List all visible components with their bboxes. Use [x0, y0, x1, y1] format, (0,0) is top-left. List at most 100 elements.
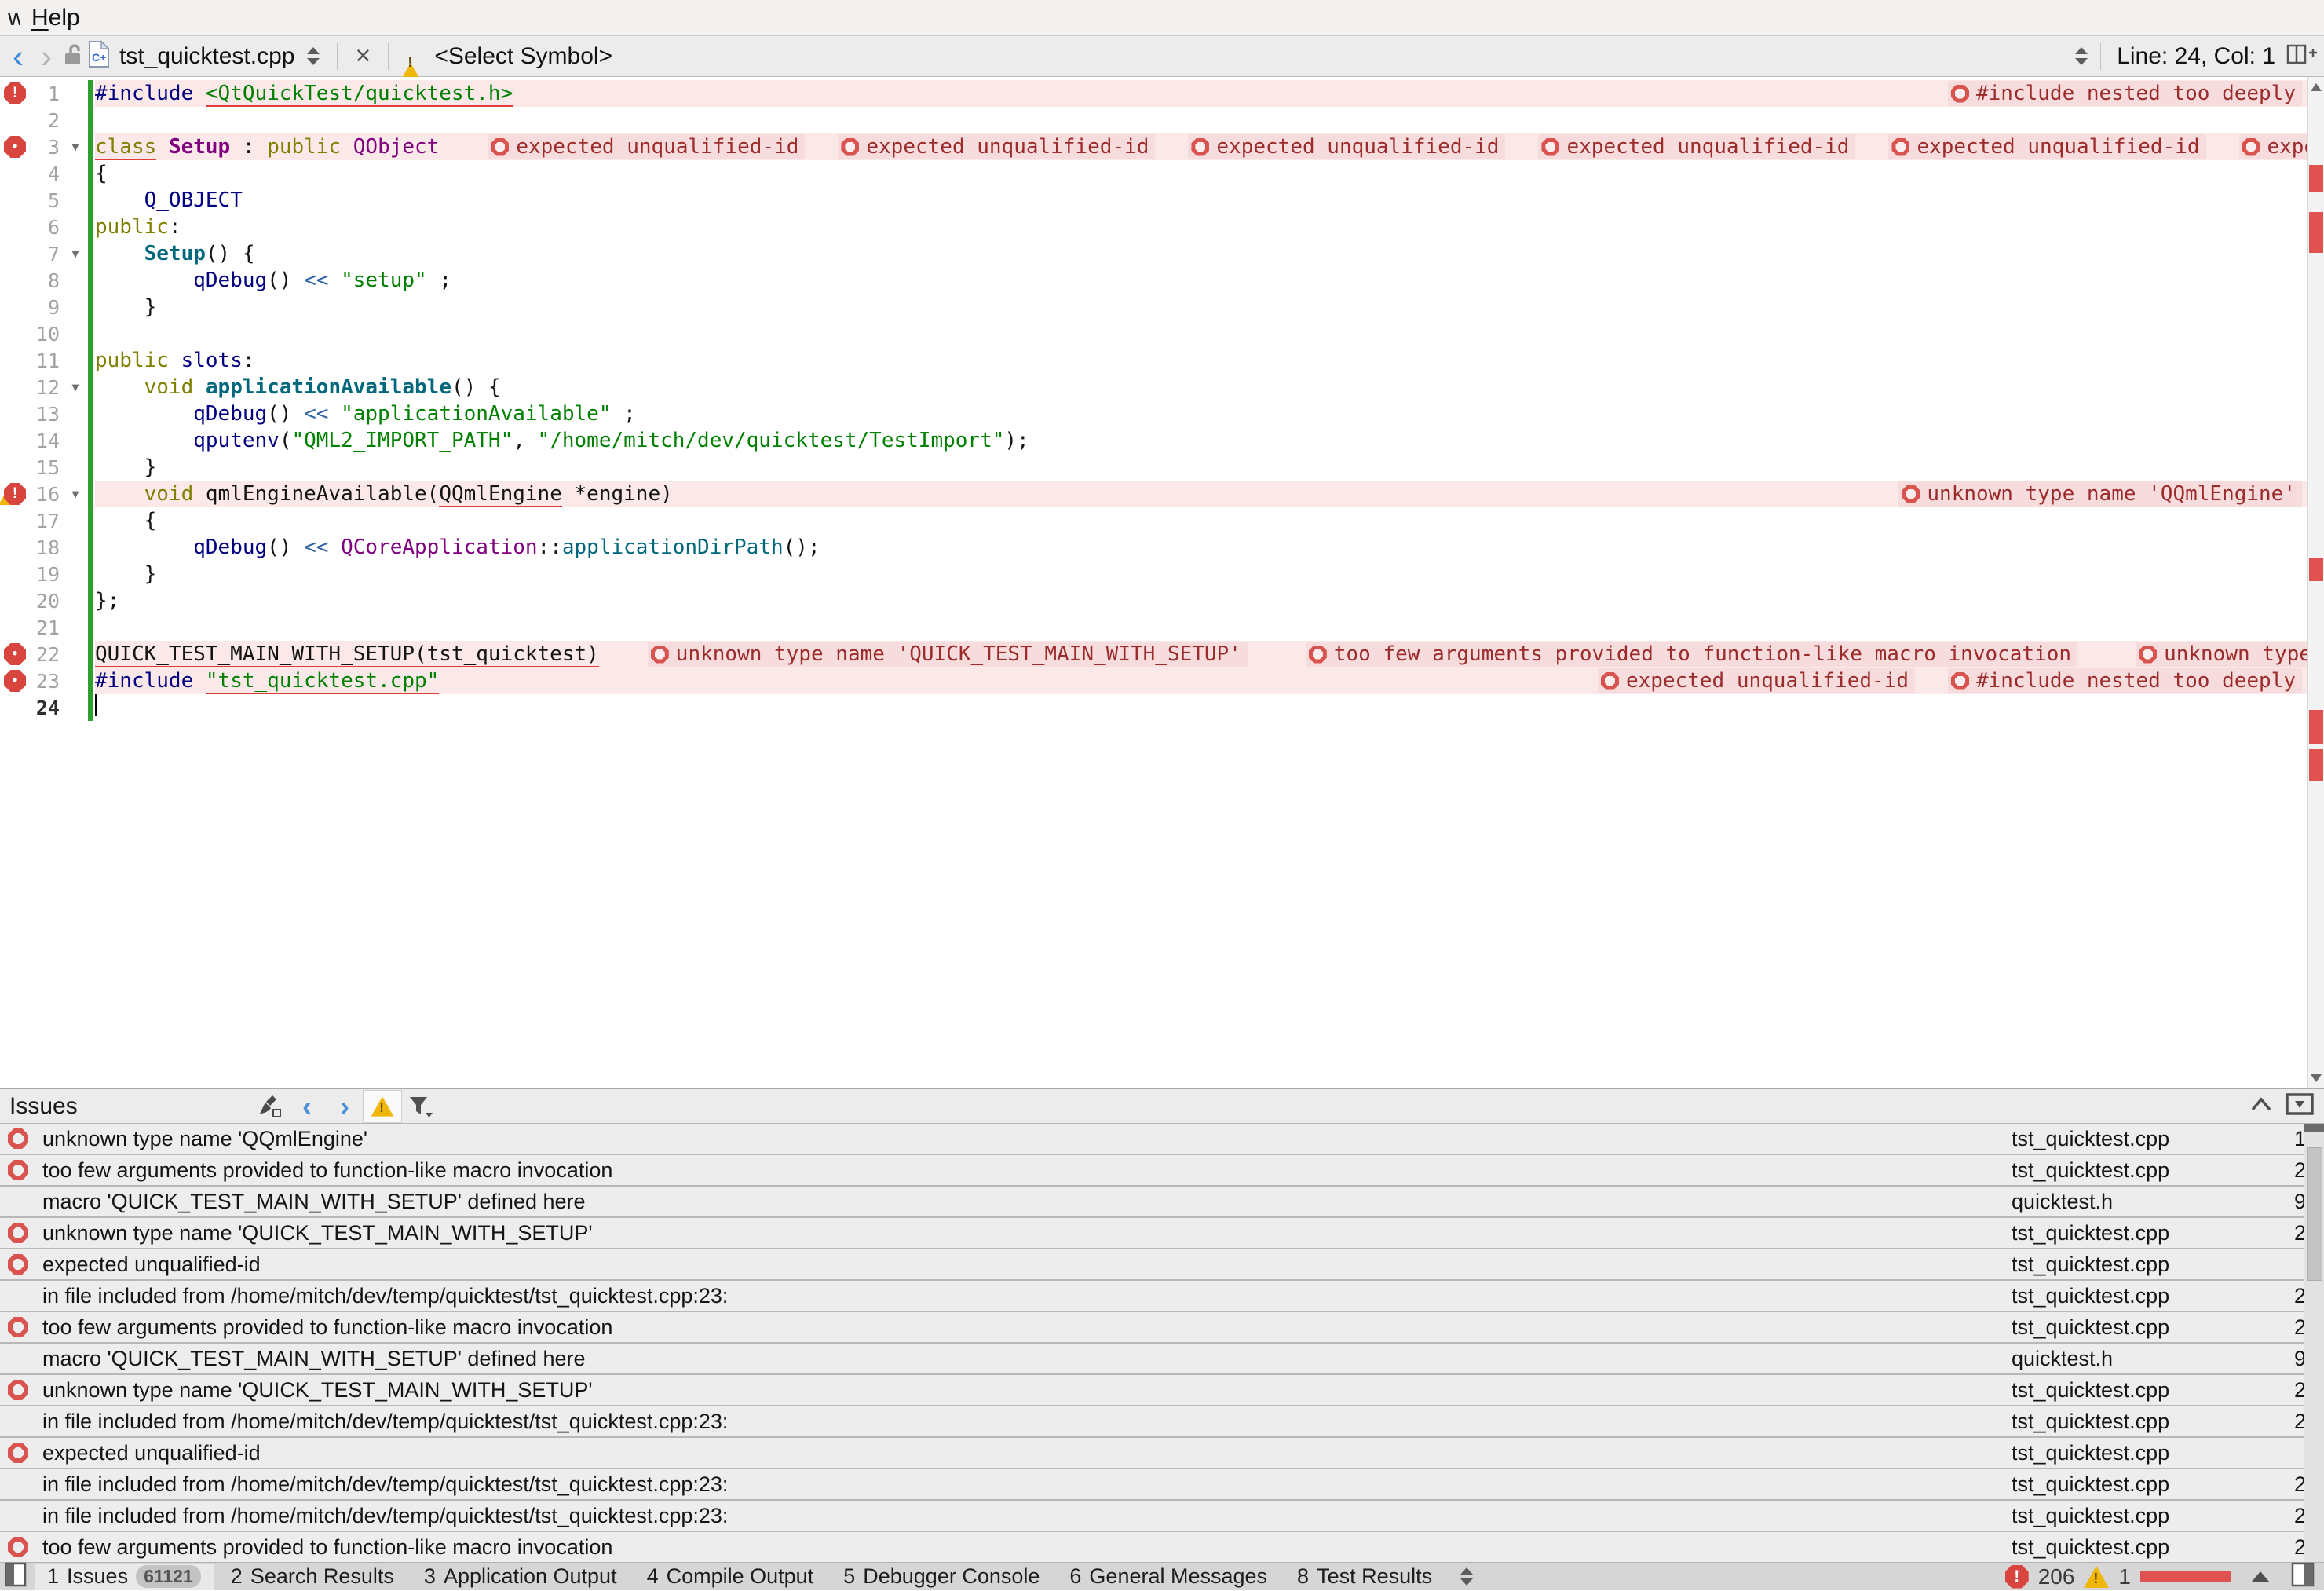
issue-row[interactable]: too few arguments provided to function-l… — [0, 1312, 2324, 1344]
issue-row[interactable]: in file included from /home/mitch/dev/te… — [0, 1501, 2324, 1532]
code-line[interactable]: 17 { — [0, 507, 2324, 534]
issue-row[interactable]: unknown type name 'QUICK_TEST_MAIN_WITH_… — [0, 1375, 2324, 1406]
error-marker-icon[interactable]: • — [4, 643, 26, 665]
issue-row[interactable]: macro 'QUICK_TEST_MAIN_WITH_SETUP' defin… — [0, 1187, 2324, 1218]
code-line[interactable]: 24 — [0, 694, 2324, 721]
next-issue-icon[interactable]: › — [326, 1091, 364, 1122]
line-number: 3 — [30, 136, 63, 159]
back-icon[interactable]: ‹ — [6, 38, 30, 75]
code-line[interactable]: •22QUICK_TEST_MAIN_WITH_SETUP(tst_quickt… — [0, 641, 2324, 667]
code-line[interactable]: !16▼ void qmlEngineAvailable(QQmlEngine … — [0, 481, 2324, 507]
output-panel-toggle-icon[interactable] — [2291, 1562, 2315, 1591]
close-document-button[interactable]: × — [347, 41, 378, 71]
prev-issue-icon[interactable]: ‹ — [288, 1091, 326, 1122]
issues-scroll-thumb[interactable] — [2307, 1147, 2322, 1281]
output-tab-general-messages[interactable]: 6General Messages — [1057, 1564, 1280, 1590]
scroll-up-icon[interactable] — [2311, 83, 2322, 91]
code-line[interactable]: 7▼ Setup() { — [0, 240, 2324, 267]
filter-icon[interactable] — [401, 1091, 439, 1122]
line-col-indicator[interactable]: Line: 24, Col: 1 — [2117, 43, 2275, 70]
error-count[interactable]: 206 — [2038, 1564, 2075, 1589]
clipped-menu-item[interactable]: w — [8, 5, 20, 31]
output-tab-search-results[interactable]: 2Search Results — [218, 1564, 407, 1590]
code-line-body: Setup() { — [95, 240, 2324, 267]
code-line[interactable]: •23#include "tst_quicktest.cpp"expected … — [0, 667, 2324, 694]
error-count-icon[interactable]: ! — [2005, 1565, 2029, 1589]
code-token: public — [95, 349, 169, 372]
symbol-selector[interactable]: <Select Symbol> — [434, 43, 612, 70]
unlock-icon[interactable] — [63, 42, 83, 71]
forward-icon[interactable]: › — [35, 38, 58, 75]
fold-marker-icon[interactable]: ▼ — [63, 247, 88, 261]
error-marker-icon[interactable]: ! — [4, 82, 26, 104]
issue-row[interactable]: too few arguments provided to function-l… — [0, 1155, 2324, 1187]
code-line[interactable]: 12▼ void applicationAvailable() { — [0, 374, 2324, 400]
show-warnings-toggle-icon[interactable] — [364, 1091, 401, 1122]
code-line-body: void applicationAvailable() { — [95, 374, 2324, 400]
issue-message: expected unqualified-id — [42, 1441, 2012, 1465]
warning-count[interactable]: 1 — [2118, 1564, 2131, 1589]
output-tab-application-output[interactable]: 3Application Output — [411, 1564, 630, 1590]
fold-marker-icon[interactable]: ▼ — [63, 380, 88, 394]
collapse-statusbar-icon[interactable] — [2252, 1571, 2269, 1582]
code-line[interactable]: 6public: — [0, 214, 2324, 240]
output-tab-issues[interactable]: 1Issues61121 — [35, 1564, 214, 1590]
code-line[interactable]: 14 qputenv("QML2_IMPORT_PATH", "/home/mi… — [0, 427, 2324, 454]
pane-spinner[interactable] — [1460, 1567, 1473, 1586]
issue-row[interactable]: unknown type name 'QQmlEngine'tst_quickt… — [0, 1124, 2324, 1155]
error-marker-icon[interactable]: ! — [4, 483, 26, 505]
code-line[interactable]: 5 Q_OBJECT — [0, 187, 2324, 214]
warning-count-icon[interactable] — [2084, 1566, 2109, 1588]
issue-row[interactable]: in file included from /home/mitch/dev/te… — [0, 1469, 2324, 1501]
code-line[interactable]: !1#include <QtQuickTest/quicktest.h>#inc… — [0, 80, 2324, 107]
symbol-spinner[interactable] — [2075, 47, 2088, 65]
code-line[interactable]: 13 qDebug() << "applicationAvailable" ; — [0, 400, 2324, 427]
menu-help[interactable]: Help — [20, 3, 91, 33]
code-line[interactable]: 11public slots: — [0, 347, 2324, 374]
issues-scroll-up-icon[interactable] — [2304, 1124, 2324, 1132]
code-line[interactable]: 15 } — [0, 454, 2324, 481]
file-switch-spinner[interactable] — [307, 47, 320, 65]
issue-row[interactable]: in file included from /home/mitch/dev/te… — [0, 1281, 2324, 1312]
fold-marker-icon[interactable]: ▼ — [63, 487, 88, 501]
maximize-panel-icon[interactable] — [2285, 1092, 2315, 1120]
clean-icon[interactable] — [250, 1091, 288, 1122]
code-token: } — [95, 562, 156, 586]
output-tab-debugger-console[interactable]: 5Debugger Console — [831, 1564, 1052, 1590]
code-line[interactable]: 2 — [0, 107, 2324, 133]
code-line[interactable]: 4{ — [0, 160, 2324, 187]
scroll-down-icon[interactable] — [2311, 1074, 2322, 1082]
annotation-text: expected unqualified-id — [516, 135, 798, 159]
open-file-name[interactable]: tst_quicktest.cpp — [119, 43, 294, 70]
issue-row[interactable]: too few arguments provided to function-l… — [0, 1532, 2324, 1562]
issues-scrollbar[interactable] — [2304, 1124, 2324, 1562]
code-editor[interactable]: !1#include <QtQuickTest/quicktest.h>#inc… — [0, 77, 2324, 1088]
error-annotation: unknown type name 'QQmlEngine' — [1898, 481, 2302, 507]
issue-row[interactable]: expected unqualified-idtst_quicktest.cpp… — [0, 1438, 2324, 1469]
tab-number: 1 — [47, 1564, 59, 1589]
error-marker-icon[interactable]: • — [4, 136, 26, 158]
output-tab-compile-output[interactable]: 4Compile Output — [634, 1564, 827, 1590]
output-tab-test-results[interactable]: 8Test Results — [1284, 1564, 1445, 1590]
code-line[interactable]: 20}; — [0, 587, 2324, 614]
code-line[interactable]: 19 } — [0, 561, 2324, 587]
issue-row[interactable]: macro 'QUICK_TEST_MAIN_WITH_SETUP' defin… — [0, 1344, 2324, 1375]
code-line[interactable]: 21 — [0, 614, 2324, 641]
code-line[interactable]: •3▼class Setup : public QObjectexpected … — [0, 133, 2324, 160]
sidebar-toggle-icon[interactable] — [5, 1562, 27, 1591]
fold-marker-icon[interactable]: ▼ — [63, 140, 88, 154]
issue-row[interactable]: unknown type name 'QUICK_TEST_MAIN_WITH_… — [0, 1218, 2324, 1249]
issue-row[interactable]: in file included from /home/mitch/dev/te… — [0, 1406, 2324, 1438]
code-line[interactable]: 9 } — [0, 294, 2324, 320]
code-line[interactable]: 8 qDebug() << "setup" ; — [0, 267, 2324, 294]
issue-row[interactable]: expected unqualified-idtst_quicktest.cpp… — [0, 1249, 2324, 1281]
collapse-panel-icon[interactable] — [2249, 1095, 2274, 1117]
error-marker-icon[interactable]: • — [4, 670, 26, 692]
code-line[interactable]: 10 — [0, 320, 2324, 347]
code-line[interactable]: 18 qDebug() << QCoreApplication::applica… — [0, 534, 2324, 561]
error-annotation: expected unqualified-id — [1538, 134, 1855, 159]
code-text: void applicationAvailable() { — [95, 375, 501, 399]
menu-help-label: elp — [49, 5, 80, 31]
split-editor-icon[interactable] — [2286, 42, 2318, 70]
editor-scrollbar[interactable] — [2307, 77, 2324, 1088]
